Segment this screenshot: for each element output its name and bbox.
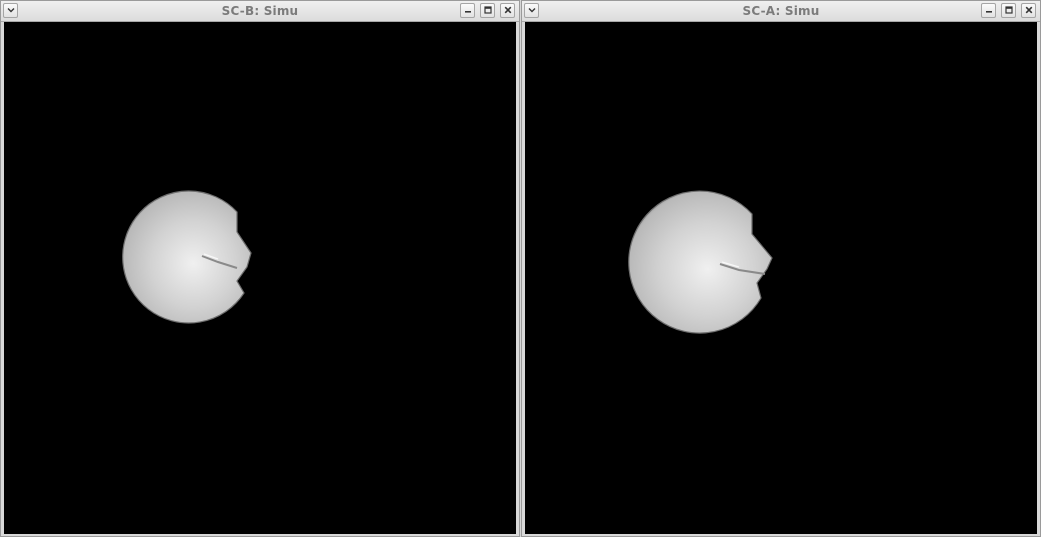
minimize-button[interactable] [460,3,475,18]
minimize-icon [982,5,995,15]
titlebar[interactable]: SC-B: Simu [1,1,519,22]
simulation-canvas[interactable] [525,22,1037,534]
window-title: SC-B: Simu [221,4,299,18]
minimize-icon [461,5,474,15]
simulation-canvas[interactable] [4,22,516,534]
simulation-render [628,190,773,334]
simulated-disk-shape [122,190,252,324]
window-title: SC-A: Simu [742,4,820,18]
simulation-render [122,190,252,324]
simulation-window-b: SC-B: Simu [0,0,520,537]
maximize-button[interactable] [1001,3,1016,18]
maximize-button[interactable] [480,3,495,18]
close-button[interactable] [1021,3,1036,18]
maximize-icon [1002,5,1015,15]
simulated-disk-shape [628,190,773,334]
close-icon [501,5,514,15]
simulation-window-a: SC-A: Simu [521,0,1041,537]
close-icon [1022,5,1035,15]
minimize-button[interactable] [981,3,996,18]
close-button[interactable] [500,3,515,18]
maximize-icon [481,5,494,15]
titlebar[interactable]: SC-A: Simu [522,1,1040,22]
